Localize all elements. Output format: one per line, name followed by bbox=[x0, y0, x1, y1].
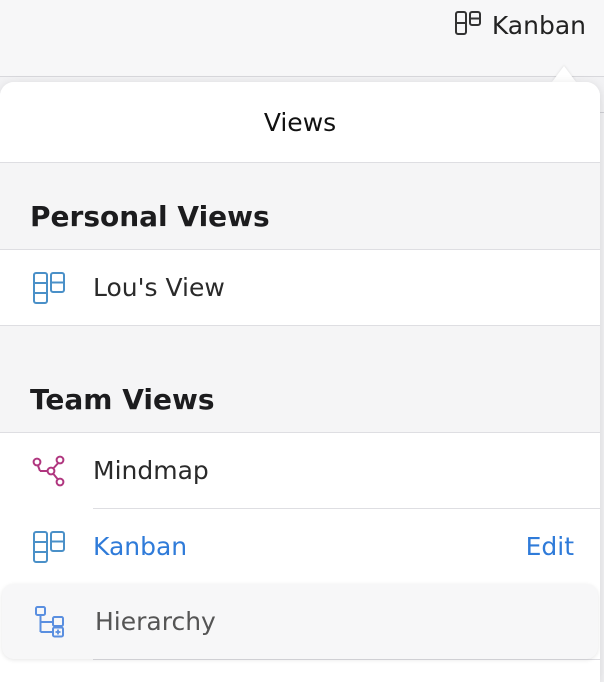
current-view-button[interactable]: Kanban bbox=[454, 8, 586, 42]
view-item-label: Lou's View bbox=[93, 273, 225, 302]
view-item-mindmap[interactable]: Mindmap bbox=[0, 433, 600, 508]
section-title: Personal Views bbox=[30, 200, 270, 233]
popover-arrow bbox=[552, 66, 576, 82]
current-view-label: Kanban bbox=[491, 10, 586, 40]
view-item-label: Hierarchy bbox=[95, 607, 216, 636]
view-item-hierarchy[interactable]: Hierarchy bbox=[2, 584, 598, 659]
view-item-label: Mindmap bbox=[93, 456, 209, 485]
section-header-team-views: Team Views bbox=[0, 326, 600, 433]
section-header-personal-views: Personal Views bbox=[0, 163, 600, 250]
kanban-icon bbox=[29, 268, 69, 308]
popover-title: Views bbox=[263, 107, 337, 137]
hierarchy-icon bbox=[31, 602, 71, 642]
mindmap-icon bbox=[29, 451, 69, 491]
popover-header: Views bbox=[0, 82, 600, 163]
kanban-icon bbox=[29, 527, 69, 567]
top-bar: Kanban bbox=[0, 0, 604, 77]
section-title: Team Views bbox=[30, 383, 215, 416]
edit-button[interactable]: Edit bbox=[526, 532, 574, 561]
kanban-icon bbox=[454, 9, 482, 41]
view-item-label: Kanban bbox=[93, 532, 188, 561]
view-item-lous-view[interactable]: Lou's View bbox=[0, 250, 600, 325]
view-item-kanban[interactable]: Kanban Edit bbox=[0, 509, 600, 584]
divider bbox=[93, 659, 600, 660]
views-popover: Views Personal Views Lou's View Team Vie… bbox=[0, 82, 600, 682]
